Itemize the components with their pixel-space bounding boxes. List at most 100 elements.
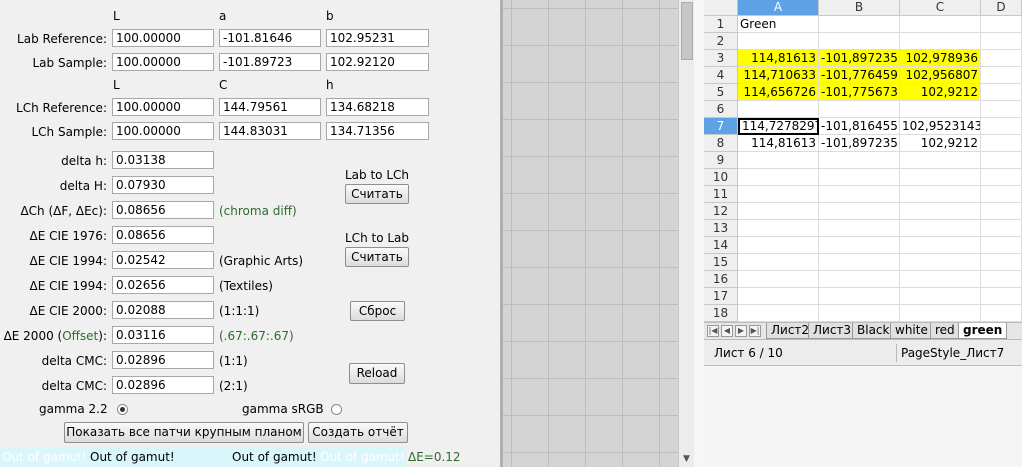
- cell-d16[interactable]: [981, 271, 1022, 288]
- de-cie-1994-tx-field[interactable]: 0.02656: [112, 276, 214, 294]
- cell-b15[interactable]: [819, 254, 900, 271]
- delta-big-h-field[interactable]: 0.07930: [112, 176, 214, 194]
- row-header-8[interactable]: 8: [704, 135, 738, 152]
- cell-c11[interactable]: [900, 186, 981, 203]
- lch-sample-h-field[interactable]: 134.71356: [326, 122, 429, 140]
- cell-b9[interactable]: [819, 152, 900, 169]
- cell-c1[interactable]: [900, 16, 981, 33]
- column-header-d[interactable]: D: [981, 0, 1022, 16]
- lch-reference-c-field[interactable]: 144.79561: [219, 98, 321, 116]
- cell-d7[interactable]: [981, 118, 1022, 135]
- cell-a13[interactable]: [738, 220, 819, 237]
- gamma-srgb-radio[interactable]: [331, 404, 342, 415]
- row-header-3[interactable]: 3: [704, 50, 738, 67]
- lab-sample-a-field[interactable]: -101.89723: [219, 53, 321, 71]
- cell-d9[interactable]: [981, 152, 1022, 169]
- cell-c6[interactable]: [900, 101, 981, 118]
- cell-c15[interactable]: [900, 254, 981, 271]
- row-header-14[interactable]: 14: [704, 237, 738, 254]
- lab-sample-b-field[interactable]: 102.92120: [326, 53, 429, 71]
- cell-b14[interactable]: [819, 237, 900, 254]
- cell-c14[interactable]: [900, 237, 981, 254]
- cell-b10[interactable]: [819, 169, 900, 186]
- row-header-7[interactable]: 7: [704, 118, 738, 135]
- lab-reference-b-field[interactable]: 102.95231: [326, 29, 429, 47]
- cell-d15[interactable]: [981, 254, 1022, 271]
- next-sheet-icon[interactable]: ▶: [735, 325, 747, 337]
- lab-reference-a-field[interactable]: -101.81646: [219, 29, 321, 47]
- de-cie-1976-field[interactable]: 0.08656: [112, 226, 214, 244]
- cell-a6[interactable]: [738, 101, 819, 118]
- cell-d14[interactable]: [981, 237, 1022, 254]
- row-header-17[interactable]: 17: [704, 288, 738, 305]
- prev-sheet-icon[interactable]: ◀: [721, 325, 733, 337]
- cell-c13[interactable]: [900, 220, 981, 237]
- column-header-a[interactable]: A: [738, 0, 819, 16]
- cell-a7[interactable]: 114,7278297: [738, 118, 819, 135]
- cell-c8[interactable]: 102,9212: [900, 135, 981, 152]
- reload-button[interactable]: Reload: [349, 363, 405, 384]
- cell-a14[interactable]: [738, 237, 819, 254]
- sheet-tab-white[interactable]: white: [890, 323, 933, 339]
- lch-reference-l-field[interactable]: 100.00000: [112, 98, 214, 116]
- cell-b18[interactable]: [819, 305, 900, 322]
- cell-b8[interactable]: -101,897235: [819, 135, 900, 152]
- delta-ch-field[interactable]: 0.08656: [112, 201, 214, 219]
- cell-a17[interactable]: [738, 288, 819, 305]
- cell-b3[interactable]: -101,897235: [819, 50, 900, 67]
- delta-cmc-11-field[interactable]: 0.02896: [112, 351, 214, 369]
- cell-c9[interactable]: [900, 152, 981, 169]
- gamma-22-radio[interactable]: [117, 404, 128, 415]
- first-sheet-icon[interactable]: |◀: [707, 325, 719, 337]
- row-header-10[interactable]: 10: [704, 169, 738, 186]
- lch-to-lab-compute-button[interactable]: Считать: [345, 247, 409, 267]
- cell-b12[interactable]: [819, 203, 900, 220]
- cell-c2[interactable]: [900, 33, 981, 50]
- row-header-5[interactable]: 5: [704, 84, 738, 101]
- row-header-12[interactable]: 12: [704, 203, 738, 220]
- cell-d10[interactable]: [981, 169, 1022, 186]
- show-all-patches-button[interactable]: Показать все патчи крупным планом: [64, 422, 304, 443]
- cell-b7[interactable]: -101,8164557: [819, 118, 900, 135]
- create-report-button[interactable]: Создать отчёт: [308, 422, 408, 443]
- cell-a10[interactable]: [738, 169, 819, 186]
- scroll-down-arrow-icon[interactable]: ▼: [681, 454, 692, 465]
- row-header-15[interactable]: 15: [704, 254, 738, 271]
- sheet-tab-black[interactable]: Black: [852, 323, 895, 339]
- lab-sample-l-field[interactable]: 100.00000: [112, 53, 214, 71]
- cell-c5[interactable]: 102,9212: [900, 84, 981, 101]
- de-cie-2000-field[interactable]: 0.02088: [112, 301, 214, 319]
- cell-b17[interactable]: [819, 288, 900, 305]
- cell-d13[interactable]: [981, 220, 1022, 237]
- sheet-tab-green[interactable]: green: [958, 323, 1008, 339]
- cell-c16[interactable]: [900, 271, 981, 288]
- row-header-9[interactable]: 9: [704, 152, 738, 169]
- cell-c3[interactable]: 102,978936: [900, 50, 981, 67]
- delta-h-field[interactable]: 0.03138: [112, 151, 214, 169]
- cell-d11[interactable]: [981, 186, 1022, 203]
- sheet-tab-лист2[interactable]: Лист2: [766, 323, 815, 339]
- column-header-c[interactable]: C: [900, 0, 981, 16]
- delta-cmc-21-field[interactable]: 0.02896: [112, 376, 214, 394]
- cell-a12[interactable]: [738, 203, 819, 220]
- lch-reference-h-field[interactable]: 134.68218: [326, 98, 429, 116]
- cell-a2[interactable]: [738, 33, 819, 50]
- cell-a16[interactable]: [738, 271, 819, 288]
- cell-b13[interactable]: [819, 220, 900, 237]
- cell-d12[interactable]: [981, 203, 1022, 220]
- cell-a4[interactable]: 114,710633: [738, 67, 819, 84]
- cell-a5[interactable]: 114,656726: [738, 84, 819, 101]
- cell-d2[interactable]: [981, 33, 1022, 50]
- cell-a18[interactable]: [738, 305, 819, 322]
- column-header-b[interactable]: B: [819, 0, 900, 16]
- lch-sample-c-field[interactable]: 144.83031: [219, 122, 321, 140]
- cell-a1[interactable]: Green: [738, 16, 819, 33]
- de-2000-offset-field[interactable]: 0.03116: [112, 326, 214, 344]
- row-header-13[interactable]: 13: [704, 220, 738, 237]
- row-header-4[interactable]: 4: [704, 67, 738, 84]
- row-header-6[interactable]: 6: [704, 101, 738, 118]
- de-cie-1994-ga-field[interactable]: 0.02542: [112, 251, 214, 269]
- cell-c4[interactable]: 102,956807: [900, 67, 981, 84]
- cell-b1[interactable]: [819, 16, 900, 33]
- cell-b4[interactable]: -101,776459: [819, 67, 900, 84]
